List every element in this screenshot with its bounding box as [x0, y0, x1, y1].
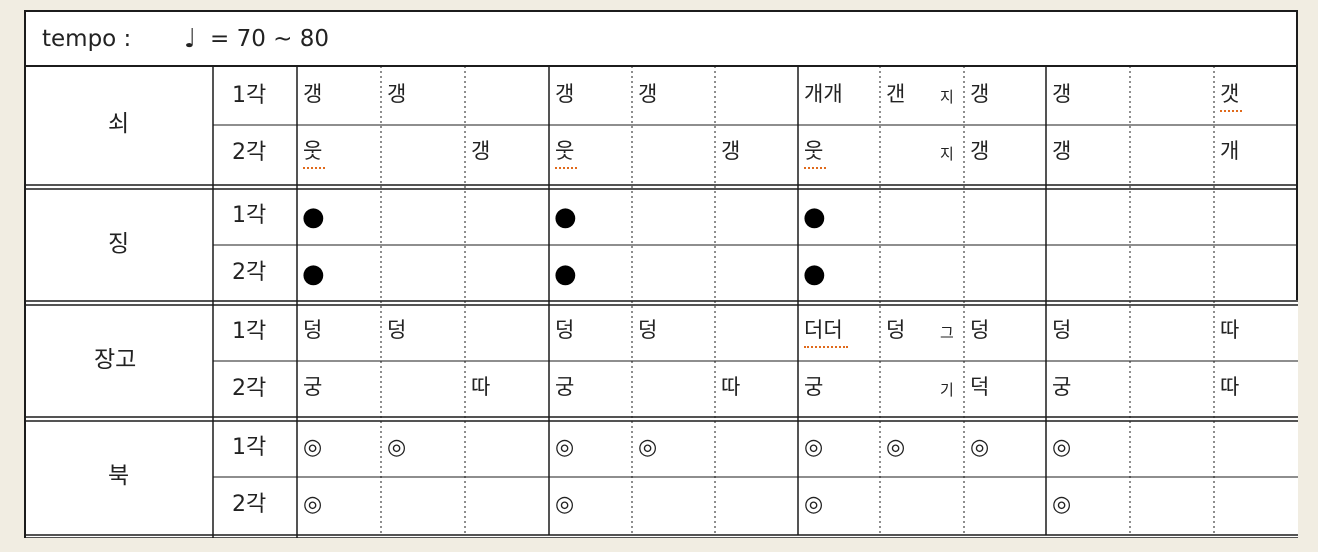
ring-note-icon: ◎	[555, 492, 575, 517]
spelling-underline	[303, 165, 325, 169]
syllable: 더더	[804, 318, 843, 342]
syllable: 웃	[303, 139, 323, 163]
ring-note-icon: ◎	[970, 435, 990, 460]
syllable: 갱	[970, 139, 990, 163]
syllable: 갱	[1052, 82, 1072, 106]
ring-note-icon: ◎	[303, 435, 323, 460]
syllable-small: 기	[940, 381, 954, 399]
instrument-label: 북	[108, 463, 130, 489]
syllable: 덩	[1052, 318, 1072, 342]
rhythm-score-sheet: tempo : ♩ = 70 ~ 80 쇠 1각 갱 갱 갱 갱 개개 갠 지 갱 갱 갯 2각 웃 갱 웃 갱…	[24, 10, 1298, 538]
ring-note-icon: ◎	[804, 435, 824, 460]
ring-note-icon: ◎	[638, 435, 658, 460]
syllable: 갱	[555, 82, 575, 106]
gak-label: 2각	[232, 376, 267, 401]
instrument-label: 쇠	[108, 111, 130, 137]
spelling-underline	[1220, 108, 1242, 112]
syllable: 덩	[303, 318, 323, 342]
spelling-underline	[804, 165, 826, 169]
syllable: 궁	[303, 375, 323, 399]
syllable: 따	[1220, 318, 1240, 342]
syllable: 덩	[638, 318, 658, 342]
dot-note-icon: ●	[302, 202, 325, 232]
ring-note-icon: ◎	[1052, 492, 1072, 517]
dot-note-icon: ●	[302, 259, 325, 289]
syllable: 따	[471, 375, 491, 399]
ring-note-icon: ◎	[1052, 435, 1072, 460]
gak-label: 2각	[232, 260, 267, 285]
syllable: 웃	[804, 139, 824, 163]
syllable: 따	[1220, 375, 1240, 399]
ring-note-icon: ◎	[555, 435, 575, 460]
syllable: 덩	[387, 318, 407, 342]
syllable: 갱	[471, 139, 491, 163]
syllable: 덩	[970, 318, 990, 342]
gak-label: 2각	[232, 140, 267, 165]
syllable: 개	[1220, 139, 1240, 163]
spelling-underline	[555, 165, 577, 169]
syllable: 덩	[555, 318, 575, 342]
dot-note-icon: ●	[554, 202, 577, 232]
spelling-underline	[804, 344, 848, 348]
syllable: 덕	[970, 375, 990, 399]
dot-note-icon: ●	[554, 259, 577, 289]
syllable: 궁	[1052, 375, 1072, 399]
ring-note-icon: ◎	[804, 492, 824, 517]
syllable: 갱	[721, 139, 741, 163]
instrument-label: 장고	[94, 347, 137, 373]
tempo-value: = 70 ~ 80	[210, 26, 330, 52]
instrument-label: 징	[108, 231, 130, 257]
gak-label: 1각	[232, 203, 267, 228]
ring-note-icon: ◎	[303, 492, 323, 517]
ring-note-icon: ◎	[886, 435, 906, 460]
syllable: 갯	[1220, 82, 1240, 106]
dot-note-icon: ●	[803, 259, 826, 289]
syllable-small: 지	[940, 145, 954, 163]
syllable: 웃	[555, 139, 575, 163]
syllable: 갱	[387, 82, 407, 106]
syllable: 갠	[886, 82, 906, 106]
syllable: 갱	[303, 82, 323, 106]
syllable: 궁	[555, 375, 575, 399]
tempo-label: tempo :	[42, 26, 132, 52]
dot-note-icon: ●	[803, 202, 826, 232]
syllable: 개개	[804, 82, 843, 106]
syllable: 갱	[970, 82, 990, 106]
syllable: 궁	[804, 375, 824, 399]
score-grid	[24, 10, 1298, 538]
syllable: 갱	[638, 82, 658, 106]
gak-label: 1각	[232, 319, 267, 344]
ring-note-icon: ◎	[387, 435, 407, 460]
syllable: 따	[721, 375, 741, 399]
syllable-small: 지	[940, 88, 954, 106]
syllable: 갱	[1052, 139, 1072, 163]
gak-label: 1각	[232, 83, 267, 108]
gak-label: 2각	[232, 492, 267, 517]
gak-label: 1각	[232, 435, 267, 460]
syllable: 덩	[886, 318, 906, 342]
quarter-note-icon: ♩	[184, 24, 197, 54]
syllable-small: 그	[940, 324, 954, 342]
